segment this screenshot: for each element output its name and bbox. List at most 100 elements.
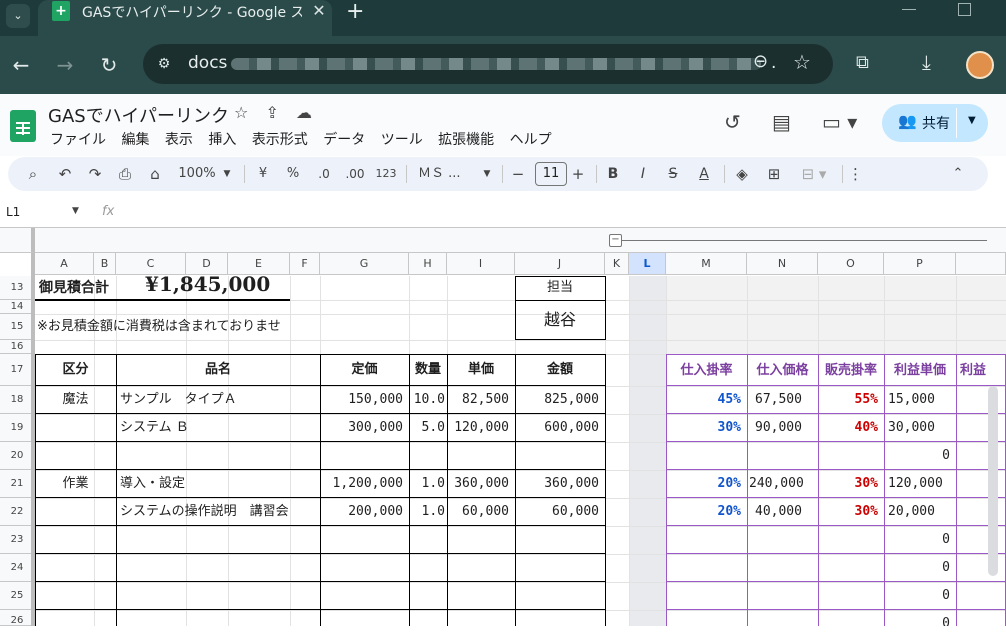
fill-color-icon[interactable]: ◈ bbox=[732, 157, 752, 191]
column-header-k[interactable]: K bbox=[605, 253, 629, 275]
borders-icon[interactable]: ⊞ bbox=[764, 157, 784, 191]
row-header-25[interactable]: 25 bbox=[0, 582, 35, 610]
row-header-23[interactable]: 23 bbox=[0, 526, 35, 554]
column-header-h[interactable]: H bbox=[409, 253, 447, 275]
sheets-logo-icon[interactable] bbox=[10, 110, 36, 142]
share-button[interactable]: 👥 共有 ▼ bbox=[882, 104, 988, 142]
site-info-icon[interactable]: ⚙ bbox=[151, 52, 177, 76]
column-header-b[interactable]: B bbox=[94, 253, 116, 275]
row-header-22[interactable]: 22 bbox=[0, 498, 35, 526]
row-header-21[interactable]: 21 bbox=[0, 470, 35, 498]
column-header-j[interactable]: J bbox=[515, 253, 605, 275]
font-select[interactable]: ＭＳ ... bbox=[418, 157, 478, 191]
row-header-20[interactable]: 20 bbox=[0, 442, 35, 470]
column-header-c[interactable]: C bbox=[116, 253, 186, 275]
tab-search-button[interactable]: ⌄ bbox=[6, 4, 30, 28]
star-icon[interactable]: ☆ bbox=[234, 103, 248, 122]
column-header-d[interactable]: D bbox=[186, 253, 228, 275]
move-folder-icon[interactable]: ⇪ bbox=[265, 103, 278, 122]
column-header-a[interactable]: A bbox=[35, 253, 94, 275]
decrease-decimal-button[interactable]: .0 bbox=[312, 157, 336, 191]
reload-icon[interactable]: ↻ bbox=[94, 50, 124, 80]
text-color-button[interactable]: A bbox=[694, 157, 714, 191]
row-header-24[interactable]: 24 bbox=[0, 554, 35, 582]
browser-tab[interactable]: + GASでハイパーリンク - Google スプ ✕ bbox=[38, 0, 332, 36]
menu-view[interactable]: 表示 bbox=[165, 132, 193, 148]
column-header-i[interactable]: I bbox=[447, 253, 515, 275]
select-all-corner[interactable] bbox=[0, 228, 35, 253]
share-dropdown-icon[interactable]: ▼ bbox=[968, 115, 976, 126]
download-icon[interactable]: ⤓ bbox=[922, 50, 931, 74]
zoom-select[interactable]: 100% bbox=[176, 157, 218, 191]
collapse-group-icon[interactable]: − bbox=[609, 234, 622, 247]
close-icon[interactable]: ✕ bbox=[308, 0, 330, 22]
cloud-status-icon[interactable]: ☁ bbox=[296, 103, 312, 122]
vertical-scrollbar[interactable] bbox=[988, 386, 998, 576]
percent-format-button[interactable]: % bbox=[284, 157, 302, 191]
back-icon[interactable]: ← bbox=[6, 50, 36, 80]
number-format-button[interactable]: 123 bbox=[374, 157, 398, 191]
column-header-o[interactable]: O bbox=[818, 253, 884, 275]
strikethrough-button[interactable]: S bbox=[664, 157, 682, 191]
collapse-toolbar-icon[interactable]: ⌃ bbox=[948, 157, 968, 191]
meet-video-icon[interactable]: ▭ ▾ bbox=[822, 110, 857, 134]
history-icon[interactable]: ↺ bbox=[724, 110, 741, 134]
print-icon[interactable]: ⎙ bbox=[114, 157, 136, 191]
font-size-decrease-button[interactable]: − bbox=[510, 157, 526, 191]
row-header-15[interactable]: 15 bbox=[0, 314, 35, 340]
side-m: 20% bbox=[717, 504, 741, 519]
merge-cells-icon[interactable]: ⊟ ▾ bbox=[796, 157, 832, 191]
font-dropdown-icon[interactable]: ▼ bbox=[480, 157, 494, 191]
bold-button[interactable]: B bbox=[604, 157, 622, 191]
undo-icon[interactable]: ↶ bbox=[54, 157, 76, 191]
font-size-input[interactable]: 11 bbox=[535, 162, 567, 186]
row-header-13[interactable]: 13 bbox=[0, 276, 35, 300]
column-header-e[interactable]: E bbox=[228, 253, 290, 275]
row-header-26[interactable]: 26 bbox=[0, 610, 35, 626]
menu-insert[interactable]: 挿入 bbox=[208, 132, 236, 148]
column-header-q[interactable] bbox=[956, 253, 1006, 275]
row-header-16[interactable]: 16 bbox=[0, 340, 35, 354]
column-header-g[interactable]: G bbox=[320, 253, 409, 275]
omnibox[interactable]: ⚙ docs . ⊖ ☆ bbox=[143, 44, 833, 84]
row-header-14[interactable]: 14 bbox=[0, 300, 35, 314]
font-size-increase-button[interactable]: + bbox=[570, 157, 586, 191]
more-options-icon[interactable]: ⋮ bbox=[848, 157, 863, 191]
menu-extensions[interactable]: 拡張機能 bbox=[438, 132, 494, 148]
column-header-p[interactable]: P bbox=[884, 253, 956, 275]
menu-data[interactable]: データ bbox=[323, 132, 365, 148]
column-header-l[interactable]: L bbox=[629, 253, 666, 275]
extensions-icon[interactable]: ⧉ bbox=[856, 52, 869, 73]
menu-edit[interactable]: 編集 bbox=[121, 132, 149, 148]
forward-icon[interactable]: → bbox=[50, 50, 80, 80]
name-box[interactable]: L1 bbox=[6, 205, 20, 219]
frozen-column-divider[interactable] bbox=[31, 253, 35, 626]
redo-icon[interactable]: ↷ bbox=[84, 157, 106, 191]
comments-icon[interactable]: ▤ bbox=[772, 110, 791, 134]
column-header-f[interactable]: F bbox=[290, 253, 320, 275]
italic-button[interactable]: I bbox=[634, 157, 652, 191]
new-tab-button[interactable]: + bbox=[346, 0, 364, 24]
search-icon[interactable]: ⌕ bbox=[22, 157, 44, 191]
paint-format-icon[interactable]: ⌂ bbox=[144, 157, 166, 191]
currency-format-button[interactable]: ¥ bbox=[254, 157, 272, 191]
bookmark-star-icon[interactable]: ☆ bbox=[793, 50, 811, 74]
maximize-icon[interactable] bbox=[958, 3, 971, 16]
menu-tools[interactable]: ツール bbox=[381, 132, 423, 148]
column-header-m[interactable]: M bbox=[666, 253, 747, 275]
menu-file[interactable]: ファイル bbox=[50, 132, 106, 148]
menu-format[interactable]: 表示形式 bbox=[252, 132, 308, 148]
profile-avatar[interactable] bbox=[966, 51, 994, 79]
increase-decimal-button[interactable]: .00 bbox=[342, 157, 368, 191]
document-title[interactable]: GASでハイパーリンク bbox=[48, 102, 229, 128]
row-header-18[interactable]: 18 bbox=[0, 386, 35, 414]
zoom-icon[interactable]: ⊖ bbox=[753, 51, 768, 72]
chevron-down-icon[interactable]: ▼ bbox=[220, 157, 234, 191]
minimize-icon[interactable] bbox=[902, 9, 916, 10]
column-header-n[interactable]: N bbox=[747, 253, 818, 275]
row-header-17[interactable]: 17 bbox=[0, 354, 35, 386]
name-box-dropdown-icon[interactable]: ▼ bbox=[72, 206, 79, 216]
menu-help[interactable]: ヘルプ bbox=[510, 132, 552, 148]
row-header-19[interactable]: 19 bbox=[0, 414, 35, 442]
cell-grid[interactable]: 御見積合計 ¥1,845,000 担当 越谷 ※お見積金額に消費税は含まれており… bbox=[35, 276, 1006, 626]
